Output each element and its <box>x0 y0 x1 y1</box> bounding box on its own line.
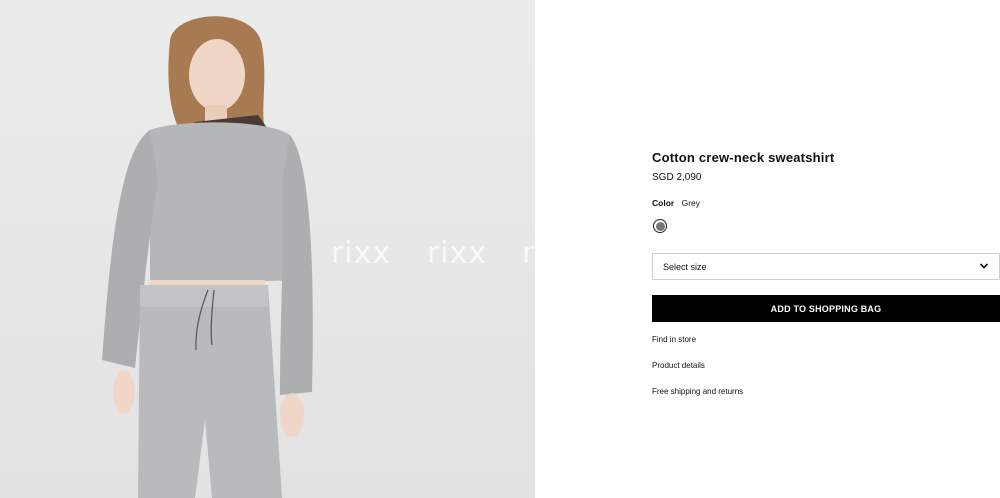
product-details-link[interactable]: Product details <box>652 361 705 370</box>
product-page: rixx rixx r Cotton crew-neck sweatshirt … <box>0 0 1000 498</box>
shipping-returns-link[interactable]: Free shipping and returns <box>652 387 743 396</box>
product-image[interactable]: rixx rixx r <box>0 0 535 498</box>
size-select-label: Select size <box>663 261 707 272</box>
product-details-panel: Cotton crew-neck sweatshirt SGD 2,090 Co… <box>652 0 1000 498</box>
color-row: Color Grey <box>652 198 700 208</box>
color-swatch-grey[interactable] <box>653 219 667 233</box>
product-price: SGD 2,090 <box>652 172 702 183</box>
swatch-dot <box>655 221 665 231</box>
chevron-down-icon <box>979 263 989 269</box>
watermark-text: r <box>522 236 535 271</box>
size-select[interactable]: Select size <box>652 253 1000 280</box>
add-to-bag-button[interactable]: ADD TO SHOPPING BAG <box>652 295 1000 322</box>
product-title: Cotton crew-neck sweatshirt <box>652 150 835 165</box>
color-label: Color <box>652 198 675 208</box>
find-in-store-link[interactable]: Find in store <box>652 335 696 344</box>
watermark-text: rixx <box>427 236 488 271</box>
watermark-text: rixx <box>331 236 392 271</box>
color-value: Grey <box>681 198 700 208</box>
